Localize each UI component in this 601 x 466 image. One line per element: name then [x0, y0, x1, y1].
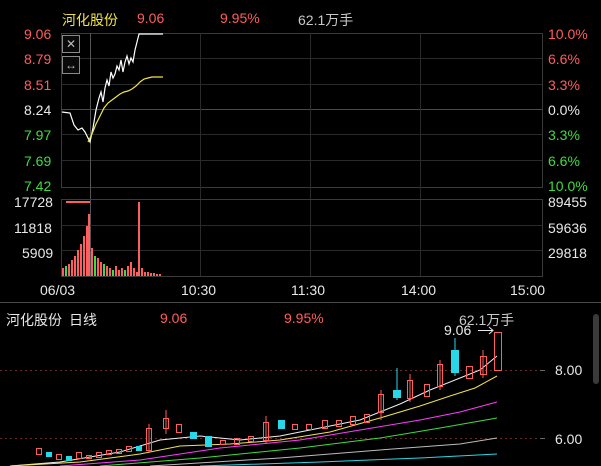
price-label-max: 9.06	[24, 26, 52, 42]
volume-amount-label: 29818	[548, 245, 587, 261]
kline-period: 日线	[69, 312, 97, 328]
pct-label: 3.3%	[548, 77, 580, 93]
time-label: 15:00	[510, 282, 546, 298]
price-label: 8.51	[24, 77, 52, 93]
time-label: 10:30	[181, 282, 217, 298]
pct-label: 6.6%	[548, 153, 580, 169]
time-label: 14:00	[401, 282, 437, 298]
intraday-grid	[61, 33, 543, 277]
pct-label: 0.0%	[548, 102, 580, 118]
price-label: 7.97	[24, 127, 52, 143]
kline-axis-label: 6.00	[555, 431, 583, 447]
price-label-min: 7.42	[24, 178, 52, 194]
pct-label: 6.6%	[548, 51, 580, 67]
ma-line-white	[9, 355, 498, 466]
kline-stock-name: 河化股份	[6, 312, 62, 328]
close-icon[interactable]: ✕	[62, 35, 80, 53]
kline-change-percent: 9.95%	[284, 310, 324, 326]
kline-price: 9.06	[160, 310, 188, 326]
price-label: 8.79	[24, 51, 52, 67]
pct-label: 10.0%	[548, 26, 588, 42]
volume-label: 5909	[22, 245, 54, 261]
kline-axis-label: 8.00	[555, 362, 583, 378]
chart-canvas	[0, 33, 601, 466]
high-price-annotation: 9.06	[444, 322, 472, 338]
price-label-base: 8.24	[24, 102, 52, 118]
price-label: 7.69	[24, 153, 52, 169]
pct-label: 10.0%	[548, 178, 588, 194]
volume-label: 17728	[14, 194, 53, 210]
pct-label: 3.3%	[548, 127, 580, 143]
horizontal-arrows-icon[interactable]: ↔	[62, 56, 80, 74]
ma-line-green	[99, 417, 498, 466]
volume-label: 11818	[14, 220, 52, 236]
volume-bars	[62, 201, 161, 276]
volume-amount-label: 89455	[548, 194, 587, 210]
date-label: 06/03	[40, 282, 76, 298]
volume-amount-label: 59636	[548, 220, 587, 236]
kline-scrollbar[interactable]	[593, 314, 599, 384]
time-label: 11:30	[291, 282, 325, 298]
